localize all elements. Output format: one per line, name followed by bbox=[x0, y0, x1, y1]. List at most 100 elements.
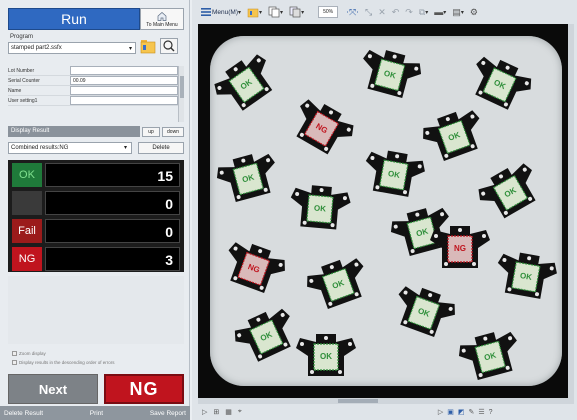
result-count: 15 bbox=[45, 163, 180, 187]
redo-button[interactable]: ↷ bbox=[405, 7, 413, 18]
grid-icon[interactable]: ▦ bbox=[225, 408, 232, 416]
ng-part[interactable]: NG bbox=[219, 237, 290, 297]
info-row: Lot Number bbox=[8, 66, 178, 76]
copy-icon bbox=[268, 6, 280, 18]
zoom-display-option[interactable]: Zoom display bbox=[12, 351, 46, 356]
folder-icon bbox=[247, 8, 259, 18]
ok-part[interactable]: OK bbox=[302, 253, 373, 313]
chevron-down-icon: ▾ bbox=[280, 9, 284, 16]
settings-button[interactable]: ⚙ bbox=[470, 7, 478, 18]
scroll-thumb[interactable] bbox=[338, 399, 378, 403]
to-main-menu-label: To Main Menu bbox=[146, 22, 178, 28]
pointer-icon[interactable]: ▷ bbox=[202, 408, 207, 416]
play-icon[interactable]: ▷ bbox=[438, 408, 443, 416]
result-count: 0 bbox=[45, 191, 180, 215]
up-button[interactable]: up bbox=[142, 126, 160, 137]
image-vertical-scrollbar[interactable] bbox=[568, 24, 574, 398]
hamburger-icon bbox=[201, 8, 211, 16]
program-select[interactable]: stamped part2.ssfx ▾ bbox=[8, 42, 136, 54]
ok-part[interactable]: OK bbox=[389, 281, 460, 341]
shrink-icon: ⤡ bbox=[365, 6, 373, 17]
program-value: stamped part2.ssfx bbox=[11, 45, 62, 51]
result-label: Fail bbox=[12, 219, 42, 243]
chart-button[interactable]: ▤ ▾ bbox=[452, 7, 464, 18]
zoom-level[interactable]: 50% bbox=[318, 6, 339, 18]
run-button[interactable]: Run bbox=[8, 8, 140, 30]
ok-part[interactable]: OK bbox=[418, 105, 489, 165]
info-key: Name bbox=[8, 87, 22, 94]
close-icon: ✕ bbox=[378, 6, 386, 17]
overlay-icon[interactable]: ◩ bbox=[458, 408, 465, 416]
user-setting-field[interactable] bbox=[70, 96, 178, 105]
ok-part[interactable]: OK bbox=[361, 147, 427, 199]
search-icon[interactable] bbox=[160, 38, 178, 54]
chevron-down-icon: ▾ bbox=[128, 46, 132, 52]
scroll-thumb[interactable] bbox=[180, 76, 184, 98]
display-button[interactable]: ▬ ▾ bbox=[434, 7, 446, 17]
ok-part[interactable]: OK bbox=[464, 51, 536, 114]
checkbox[interactable] bbox=[12, 360, 17, 365]
layers-button[interactable]: ▾ bbox=[289, 6, 304, 18]
to-main-menu-button[interactable]: To Main Menu bbox=[140, 8, 184, 30]
ok-part[interactable]: OK bbox=[288, 183, 351, 230]
redo-icon: ↷ bbox=[405, 6, 413, 17]
copy-button[interactable]: ⧉ ▾ bbox=[419, 7, 428, 18]
measure-icon[interactable]: ⌖ bbox=[238, 408, 242, 416]
serial-counter-field[interactable]: 00.09 bbox=[70, 76, 178, 85]
layers-icon bbox=[289, 6, 301, 18]
open-image-button[interactable]: ▾ bbox=[247, 6, 262, 18]
edit-icon[interactable]: ✎ bbox=[468, 408, 474, 416]
info-key: Serial Counter bbox=[8, 77, 40, 84]
ok-part[interactable]: OK bbox=[493, 249, 559, 301]
undo-button[interactable]: ↶ bbox=[392, 7, 400, 18]
fit-button[interactable]: ⋅⤧⋅ bbox=[346, 7, 359, 18]
name-field[interactable] bbox=[70, 86, 178, 95]
add-icon[interactable]: ⊞ bbox=[213, 408, 219, 416]
ok-part[interactable]: OK bbox=[230, 303, 302, 366]
menu-button[interactable]: Menu(M) ▾ bbox=[200, 6, 241, 18]
part-judgement-label: OK bbox=[314, 203, 327, 213]
next-button[interactable]: Next bbox=[8, 374, 98, 404]
image-icon[interactable]: ▣ bbox=[447, 408, 454, 416]
folder-icon[interactable] bbox=[140, 38, 156, 54]
down-button[interactable]: down bbox=[162, 126, 184, 137]
info-key: User setting1 bbox=[8, 97, 38, 104]
help-icon[interactable]: ? bbox=[489, 409, 493, 416]
info-key: Lot Number bbox=[8, 67, 35, 74]
part-judgement-label: NG bbox=[454, 244, 466, 253]
parts-layer: OKOKOKNGOKOK OKOKOKOKNGNGOKOKOKOKOK OK bbox=[210, 45, 559, 383]
result-count: 3 bbox=[45, 247, 180, 271]
ng-part[interactable]: NG bbox=[286, 94, 359, 160]
result-row: Fail 0 bbox=[12, 219, 180, 243]
checkbox[interactable] bbox=[12, 351, 17, 356]
ok-part[interactable]: OK bbox=[296, 334, 356, 376]
results-panel: OK 15 0 Fail 0 NG 3 bbox=[8, 160, 184, 272]
chevron-down-icon: ▾ bbox=[123, 145, 127, 151]
ok-part[interactable]: OK bbox=[356, 45, 425, 101]
info-scrollbar[interactable] bbox=[178, 66, 184, 122]
close-button[interactable]: ✕ bbox=[378, 7, 386, 18]
program-label: Program bbox=[10, 34, 34, 40]
shrink-button[interactable]: ⤡ bbox=[365, 7, 372, 18]
print-button[interactable]: Print bbox=[90, 410, 103, 417]
left-panel: Run To Main Menu Program stamped part2.s… bbox=[0, 0, 190, 420]
ok-part[interactable]: OK bbox=[213, 149, 282, 205]
info-row: User setting1 bbox=[8, 96, 178, 106]
ok-part[interactable]: OK bbox=[455, 327, 524, 383]
image-toolbar: Menu(M) ▾ ▾ ▾ ▾ 50% ⋅⤧⋅ ⤡ ✕ ↶ ↷ ⧉▾ ▬▾ bbox=[192, 4, 577, 20]
descending-option[interactable]: Display results in the descending order … bbox=[12, 360, 115, 365]
combined-results-select[interactable]: Combined results:NG ▾ bbox=[8, 142, 132, 154]
delete-result-button[interactable]: Delete Result bbox=[4, 410, 43, 417]
ng-indicator: NG bbox=[104, 374, 184, 404]
camera-image[interactable]: OK OK OK NG OK OK OK OK OK OK NG NG OK OK OK OK OK OK bbox=[198, 24, 574, 398]
delete-button[interactable]: Delete bbox=[138, 142, 184, 154]
run-bar: Run To Main Menu bbox=[8, 8, 184, 30]
save-report-button[interactable]: Save Report bbox=[150, 410, 186, 417]
footer: Delete Result Print Save Report bbox=[0, 406, 190, 420]
lot-number-field[interactable] bbox=[70, 66, 178, 75]
zoom-display-label: Zoom display bbox=[19, 351, 46, 356]
save-image-button[interactable]: ▾ bbox=[268, 6, 283, 18]
ok-part[interactable]: OK bbox=[210, 49, 282, 118]
list-icon[interactable]: ☰ bbox=[478, 408, 484, 416]
ok-part[interactable]: OK bbox=[473, 158, 546, 224]
